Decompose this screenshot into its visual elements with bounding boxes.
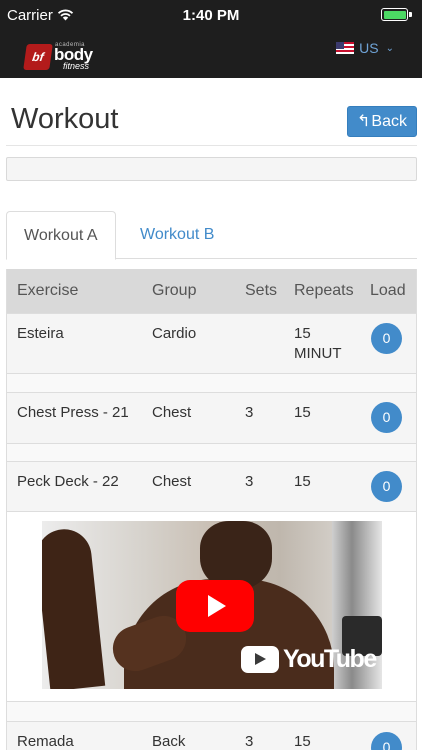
page-title: Workout [11,103,119,135]
video-row: YouTube [7,511,416,701]
youtube-icon [241,645,279,673]
col-header-repeats: Repeats [294,282,354,299]
load-button[interactable]: 0 [371,323,402,354]
app-header: Carrier 1:40 PM bf academia body fitness… [0,0,422,78]
exercise-group: Chest [152,473,192,490]
exercise-group: Cardio [152,325,197,342]
youtube-logo: YouTube [241,644,377,674]
table-row: Esteira Cardio 15 MINUT 0 [7,313,416,373]
row-spacer [7,701,416,721]
exercise-name: Chest Press - 21 [17,404,129,421]
exercise-sets: 3 [245,733,254,750]
col-header-exercise: Exercise [17,282,79,299]
chevron-down-icon: ⌄ [385,42,394,54]
col-header-sets: Sets [245,282,278,299]
table-row: Peck Deck - 22 Chest 3 15 0 [7,461,416,511]
exercise-repeats: 15 [294,733,311,750]
body-fitness-logo: bf academia body fitness [23,42,97,74]
exercise-name: Peck Deck - 22 [17,473,119,490]
col-header-load: Load [370,282,406,299]
exercise-name: Remada [17,733,74,750]
exercise-sets: 3 [245,404,254,421]
back-arrow-icon: ↰ [357,113,371,130]
exercise-sets: 3 [245,473,254,490]
play-icon[interactable] [176,580,254,632]
info-well [6,157,417,181]
tab-workout-a[interactable]: Workout A [6,211,116,260]
status-bar: Carrier 1:40 PM [0,0,422,30]
youtube-wordmark: YouTube [283,644,377,673]
exercise-video[interactable]: YouTube [42,521,382,689]
row-spacer [7,443,416,461]
exercise-name: Esteira [17,325,64,342]
video-person-head [200,521,272,589]
tab-workout-b[interactable]: Workout B [123,211,231,259]
table-row: Remada Back 3 15 0 [7,721,416,750]
exercise-table: Exercise Group Sets Repeats Load Esteira… [6,269,417,750]
load-button[interactable]: 0 [371,402,402,433]
battery-icon [381,8,408,21]
load-button[interactable]: 0 [371,732,402,750]
exercise-group: Chest [152,404,192,421]
workout-tabs: Workout A Workout B [6,211,417,260]
col-header-group: Group [152,282,197,299]
title-divider [6,145,417,146]
exercise-repeats: 15 [294,404,311,421]
status-time: 1:40 PM [182,7,240,24]
load-button[interactable]: 0 [371,471,402,502]
exercise-repeats: 15 [294,473,311,490]
table-header: Exercise Group Sets Repeats Load [7,269,416,313]
row-spacer [7,373,416,392]
language-label: US [359,40,379,56]
logo-sub-text: fitness [63,61,90,71]
back-button-label: Back [371,113,407,130]
back-button[interactable]: ↰Back [347,106,417,137]
table-row: Chest Press - 21 Chest 3 15 0 [7,392,416,443]
battery-nub [409,12,412,17]
logo-badge: bf [23,44,53,70]
exercise-group: Back [152,733,186,750]
language-selector[interactable]: US ⌄ [336,40,394,56]
exercise-repeats: 15 MINUT [294,325,342,362]
us-flag-icon [336,42,355,54]
